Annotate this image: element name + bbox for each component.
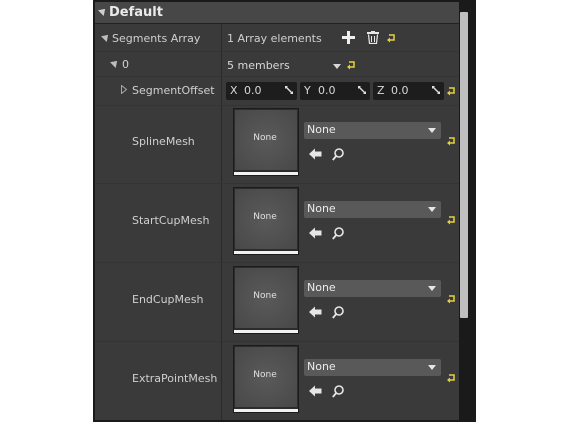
browse-magnifier-icon[interactable] bbox=[332, 148, 344, 164]
use-selected-arrow-icon[interactable] bbox=[309, 306, 322, 321]
reset-arrow-icon[interactable] bbox=[347, 60, 356, 73]
expand-arrow-icon[interactable] bbox=[101, 32, 111, 42]
reset-arrow-icon[interactable] bbox=[447, 373, 456, 386]
axis-y-label: Y bbox=[304, 84, 311, 97]
thumbnail-text: None bbox=[253, 133, 277, 143]
offset-z-value: 0.0 bbox=[391, 84, 409, 97]
mesh-row-label: SplineMesh bbox=[132, 135, 195, 148]
collapse-arrow-icon[interactable] bbox=[98, 6, 108, 16]
mesh-row-label: ExtraPointMesh bbox=[132, 372, 218, 385]
category-title: Default bbox=[109, 5, 163, 20]
row-separator bbox=[95, 341, 459, 342]
reset-arrow-icon[interactable] bbox=[387, 33, 396, 46]
offset-y-field[interactable]: Y 0.0 bbox=[300, 82, 370, 100]
asset-thumbnail[interactable]: None bbox=[233, 108, 299, 176]
members-text: 5 members bbox=[227, 59, 290, 72]
browse-magnifier-icon[interactable] bbox=[332, 306, 344, 322]
thumbnail-text: None bbox=[253, 291, 277, 301]
axis-x-label: X bbox=[230, 84, 238, 97]
thumbnail-bar bbox=[234, 409, 298, 412]
asset-dropdown[interactable]: None bbox=[304, 201, 441, 218]
asset-dropdown[interactable]: None bbox=[304, 359, 441, 376]
thumbnail-text: None bbox=[253, 370, 277, 380]
chevron-down-icon bbox=[428, 286, 436, 291]
thumbnail-text: None bbox=[253, 212, 277, 222]
axis-z-label: Z bbox=[377, 84, 385, 97]
element-index-label: 0 bbox=[122, 58, 129, 71]
asset-value: None bbox=[307, 360, 336, 373]
column-divider[interactable] bbox=[221, 24, 222, 420]
reset-arrow-icon[interactable] bbox=[447, 294, 456, 307]
drag-spin-icon[interactable] bbox=[357, 85, 367, 98]
browse-magnifier-icon[interactable] bbox=[332, 385, 344, 401]
row-separator bbox=[95, 51, 459, 52]
mesh-row-label: EndCupMesh bbox=[132, 293, 204, 306]
details-inner: Default Segments Array 1 Array elements … bbox=[95, 2, 459, 420]
offset-z-field[interactable]: Z 0.0 bbox=[373, 82, 444, 100]
asset-value: None bbox=[307, 123, 336, 136]
expand-arrow-icon[interactable] bbox=[121, 84, 128, 97]
details-panel: Default Segments Array 1 Array elements … bbox=[93, 0, 476, 422]
offset-x-field[interactable]: X 0.0 bbox=[226, 82, 297, 100]
row-separator bbox=[95, 105, 459, 106]
browse-magnifier-icon[interactable] bbox=[332, 227, 344, 243]
asset-dropdown[interactable]: None bbox=[304, 122, 441, 139]
asset-value: None bbox=[307, 202, 336, 215]
members-combo[interactable]: 5 members bbox=[227, 57, 347, 75]
drag-spin-icon[interactable] bbox=[284, 85, 294, 98]
asset-thumbnail[interactable]: None bbox=[233, 345, 299, 413]
asset-thumbnail[interactable]: None bbox=[233, 266, 299, 334]
category-header-default[interactable]: Default bbox=[95, 2, 459, 24]
row-separator bbox=[95, 76, 459, 77]
chevron-down-icon bbox=[428, 207, 436, 212]
trash-icon[interactable] bbox=[367, 31, 379, 47]
reset-arrow-icon[interactable] bbox=[447, 86, 456, 99]
row-separator bbox=[95, 183, 459, 184]
reset-arrow-icon[interactable] bbox=[447, 215, 456, 228]
use-selected-arrow-icon[interactable] bbox=[309, 227, 322, 242]
array-count-text: 1 Array elements bbox=[227, 32, 322, 45]
reset-arrow-icon[interactable] bbox=[447, 136, 456, 149]
asset-value: None bbox=[307, 281, 336, 294]
row-separator bbox=[95, 262, 459, 263]
mesh-row-label: StartCupMesh bbox=[132, 214, 210, 227]
thumbnail-bar bbox=[234, 251, 298, 254]
use-selected-arrow-icon[interactable] bbox=[309, 385, 322, 400]
chevron-down-icon bbox=[428, 128, 436, 133]
use-selected-arrow-icon[interactable] bbox=[309, 148, 322, 163]
drag-spin-icon[interactable] bbox=[431, 85, 441, 98]
segment-offset-label: SegmentOffset bbox=[132, 84, 215, 97]
thumbnail-bar bbox=[234, 172, 298, 175]
offset-y-value: 0.0 bbox=[318, 84, 336, 97]
scrollbar-thumb[interactable] bbox=[460, 12, 468, 318]
offset-x-value: 0.0 bbox=[244, 84, 262, 97]
asset-thumbnail[interactable]: None bbox=[233, 187, 299, 255]
expand-arrow-icon[interactable] bbox=[110, 58, 120, 68]
segments-array-label: Segments Array bbox=[112, 32, 201, 45]
chevron-down-icon[interactable] bbox=[333, 64, 341, 69]
asset-dropdown[interactable]: None bbox=[304, 280, 441, 297]
chevron-down-icon bbox=[428, 365, 436, 370]
plus-icon[interactable] bbox=[342, 31, 355, 47]
thumbnail-bar bbox=[234, 330, 298, 333]
